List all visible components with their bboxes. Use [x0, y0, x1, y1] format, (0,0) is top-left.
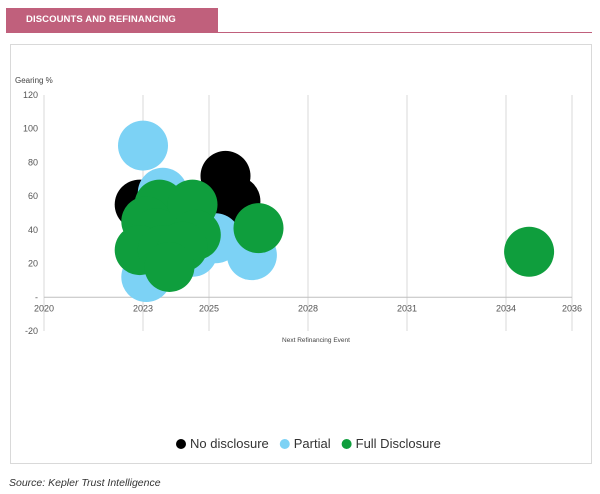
- y-tick-label: 80: [28, 157, 38, 167]
- legend-label: Full Disclosure: [356, 436, 441, 451]
- bubble-full-disclosure: [144, 241, 195, 292]
- x-tick-label: 2028: [298, 303, 318, 313]
- x-tick-label: 2031: [397, 303, 417, 313]
- x-tick-label: 2025: [199, 303, 219, 313]
- bubble-full-disclosure: [233, 203, 284, 254]
- legend-marker: [341, 439, 352, 449]
- axis-layer: 2020 2023 2025 2028 2031 2034 2036 120 100 80 60 40…: [23, 90, 582, 336]
- x-tick-label: 2020: [34, 303, 54, 313]
- bubble-chart: 2020 2023 2025 2028 2031 2034 2036 120 100 80 60 40…: [15, 76, 582, 451]
- x-tick-label: 2036: [562, 303, 582, 313]
- header-divider: [6, 32, 592, 33]
- x-axis-title: Next Refinancing Event: [282, 337, 350, 344]
- legend-marker: [176, 439, 186, 449]
- y-tick-label: 60: [28, 191, 38, 201]
- y-axis-title: Gearing %: [15, 76, 53, 85]
- legend-marker: [279, 439, 290, 449]
- x-tick-label: 2034: [496, 303, 516, 313]
- x-tick-label: 2023: [133, 303, 153, 313]
- y-tick-label: 120: [23, 90, 38, 100]
- y-tick-label: 40: [28, 225, 38, 235]
- legend-label: No disclosure: [190, 436, 269, 451]
- chart-frame: 2020 2023 2025 2028 2031 2034 2036 120 100 80 60 40…: [10, 44, 592, 464]
- y-tick-label: -20: [25, 326, 38, 336]
- bubble-layer: [114, 120, 555, 303]
- source-note: Source: Kepler Trust Intelligence: [9, 477, 161, 489]
- legend: No disclosure Partial Full Disclosure: [176, 436, 441, 451]
- bubble-full-disclosure: [504, 226, 555, 277]
- chart-header-tab: DISCOUNTS AND REFINANCING SCHEDULE: [6, 8, 218, 49]
- legend-label: Partial: [294, 436, 331, 451]
- y-tick-label: 20: [28, 259, 38, 269]
- y-tick-label: 100: [23, 124, 38, 134]
- bubble-partial: [118, 120, 168, 171]
- y-tick-label: -: [35, 292, 38, 302]
